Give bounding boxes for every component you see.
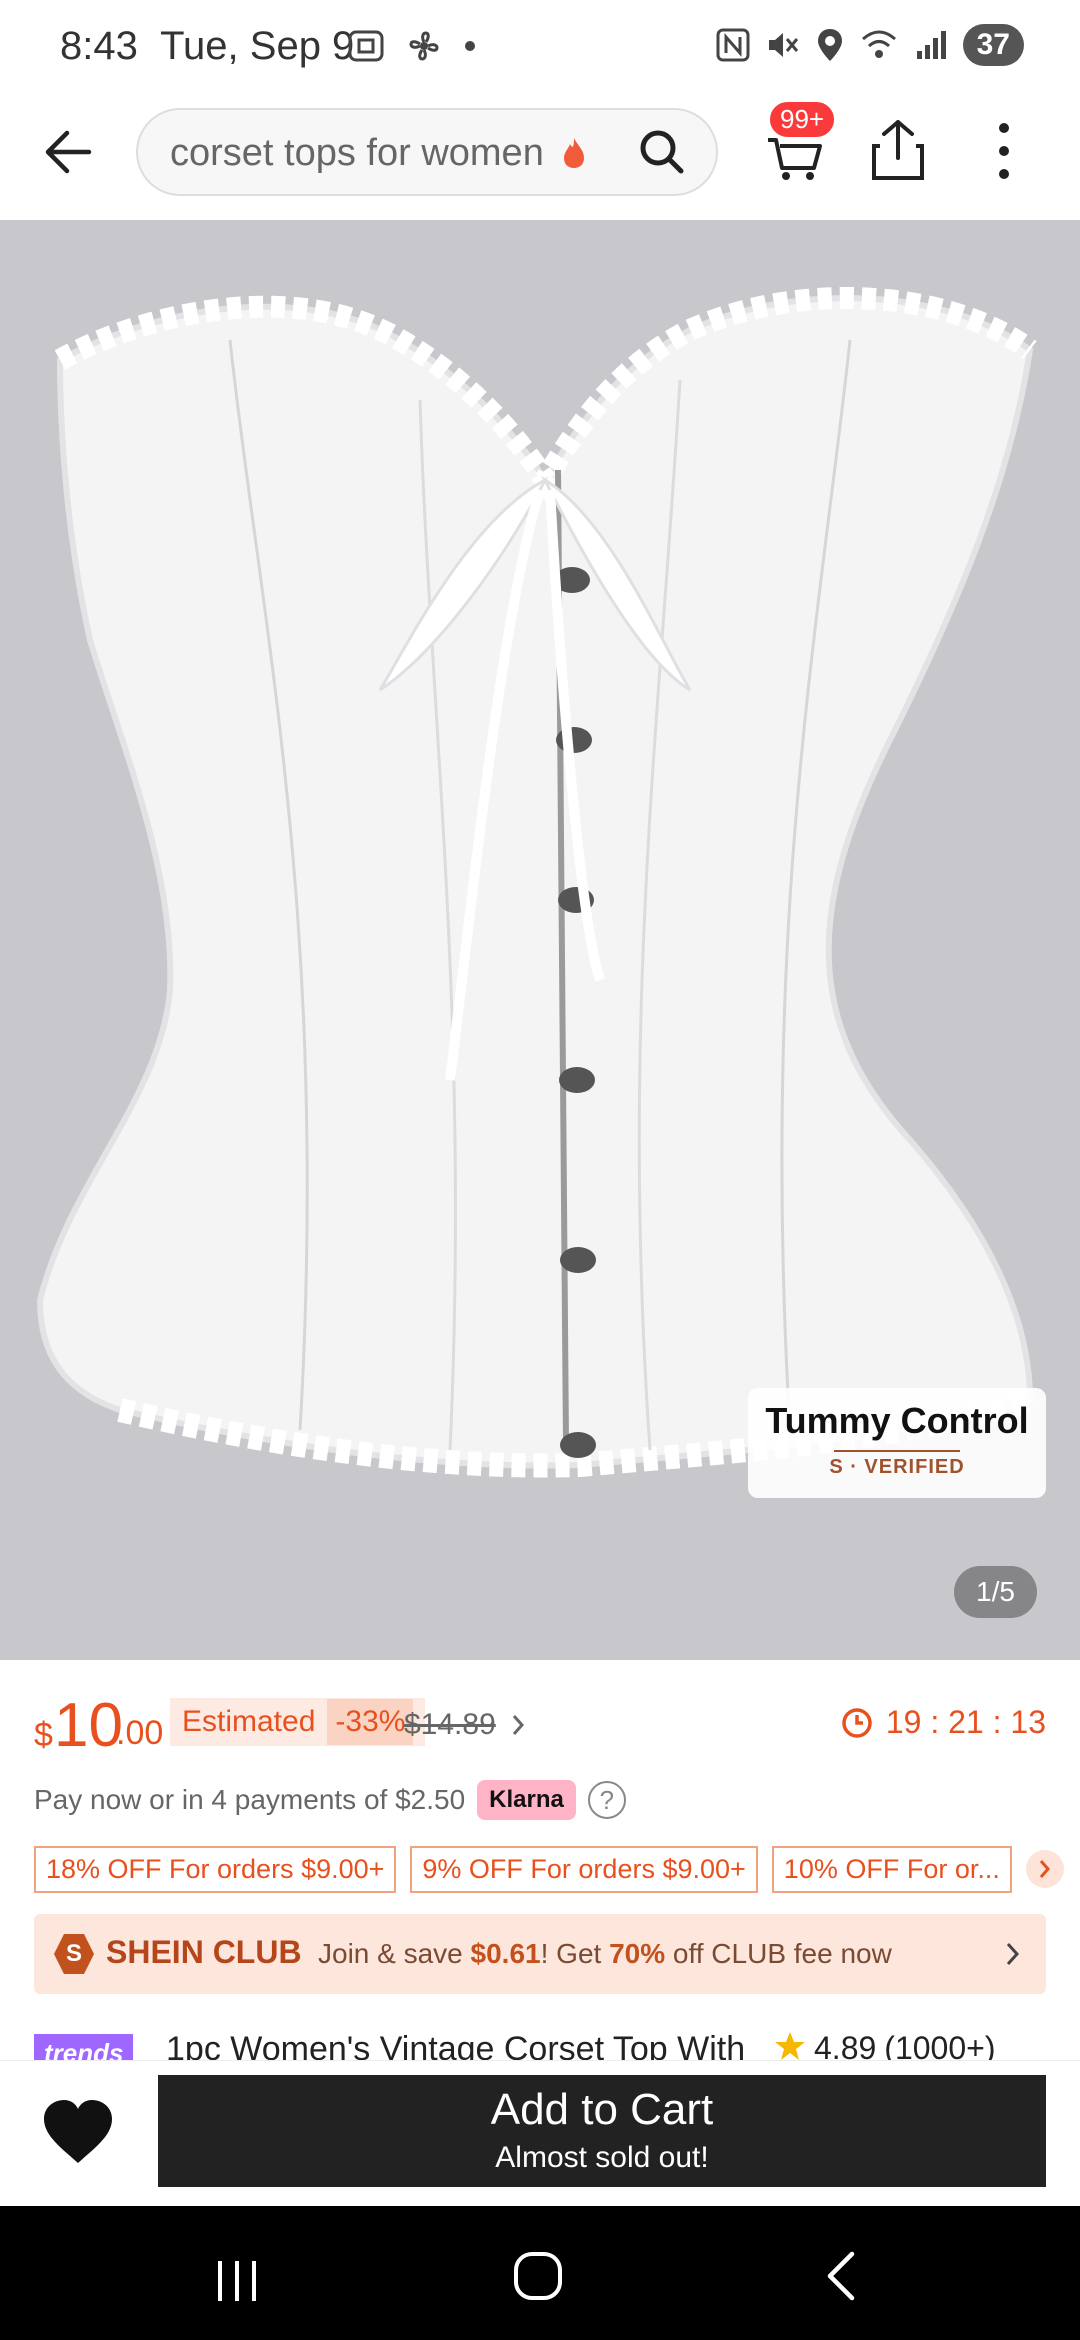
location-icon bbox=[817, 29, 842, 61]
coupon-item[interactable]: 10% OFF For or... bbox=[771, 1845, 1012, 1893]
cart-count-badge: 99+ bbox=[768, 100, 837, 139]
dot-icon bbox=[465, 41, 475, 51]
badge-divider bbox=[834, 1450, 960, 1452]
stock-note: Almost sold out! bbox=[495, 2141, 709, 2174]
chevron-right-icon bbox=[1006, 1942, 1020, 1966]
signal-icon bbox=[916, 31, 946, 59]
status-bar: 8:43 Tue, Sep 9 37 bbox=[0, 0, 1080, 96]
feature-badge-subtitle: S · VERIFIED bbox=[829, 1456, 965, 1478]
coupons-more-button[interactable] bbox=[1025, 1850, 1064, 1888]
club-name: SHEIN CLUB bbox=[106, 1934, 302, 1970]
add-to-cart-button[interactable]: Add to Cart Almost sold out! bbox=[158, 2075, 1046, 2187]
review-count: (1000+) bbox=[884, 2030, 996, 2060]
shein-club-banner[interactable]: S SHEIN CLUB Join & save $0.61! Get 70% … bbox=[34, 1914, 1046, 1994]
coupon-item[interactable]: 9% OFF For orders $9.00+ bbox=[410, 1845, 758, 1893]
heart-icon bbox=[44, 2100, 112, 2163]
wifi-icon bbox=[861, 30, 896, 58]
installment-text: Pay now or in 4 payments of $2.50 bbox=[34, 1784, 466, 1815]
share-icon bbox=[872, 120, 924, 180]
screenshot-icon bbox=[348, 30, 384, 62]
home-icon[interactable] bbox=[512, 2250, 564, 2302]
countdown-timer: 19 : 21 : 13 bbox=[840, 1704, 1046, 1741]
top-bar: corset tops for women 99+ bbox=[0, 96, 1080, 220]
feature-badge-title: Tummy Control bbox=[765, 1400, 1029, 1441]
status-system-icons: 37 bbox=[715, 24, 1024, 66]
price-row: $ 10 .00 Estimated -33% $14.89 19 : 21 :… bbox=[34, 1690, 1046, 1760]
feature-badge: Tummy Control S · VERIFIED bbox=[748, 1388, 1046, 1498]
star-icon bbox=[775, 2032, 805, 2060]
coupon-item[interactable]: 18% OFF For orders $9.00+ bbox=[34, 1845, 397, 1893]
price-decimal: .00 bbox=[116, 1714, 164, 1752]
discount-percent: -33% bbox=[327, 1699, 414, 1745]
original-price[interactable]: $14.89 bbox=[404, 1708, 496, 1742]
price-integer: 10 bbox=[54, 1691, 123, 1760]
chevron-right-icon bbox=[1039, 1860, 1050, 1878]
fan-icon bbox=[409, 31, 439, 61]
countdown-value: 19 : 21 : 13 bbox=[885, 1704, 1046, 1740]
clock-icon bbox=[842, 1707, 872, 1738]
status-time: 8:43 Tue, Sep 9 bbox=[60, 24, 355, 68]
club-logo-icon: S bbox=[54, 1934, 94, 1974]
search-query: corset tops for women bbox=[170, 132, 544, 174]
arrow-left-icon bbox=[45, 130, 92, 174]
flame-icon bbox=[564, 138, 584, 168]
chevron-right-icon[interactable] bbox=[508, 1708, 530, 1742]
more-options-button[interactable] bbox=[990, 116, 1018, 186]
price-currency: $ bbox=[34, 1716, 53, 1754]
battery-indicator: 37 bbox=[962, 24, 1024, 66]
estimated-price-badge[interactable]: Estimated -33% bbox=[170, 1698, 426, 1746]
bottom-action-bar: Add to Cart Almost sold out! bbox=[0, 2060, 1080, 2206]
wishlist-button[interactable] bbox=[40, 2097, 116, 2167]
back-button[interactable] bbox=[36, 120, 100, 184]
product-title: 1pc Women's Vintage Corset Top With bbox=[166, 2030, 746, 2060]
trends-badge: trends bbox=[34, 2034, 134, 2060]
nfc-icon bbox=[716, 28, 750, 62]
more-vertical-icon bbox=[999, 123, 1009, 179]
add-to-cart-label: Add to Cart bbox=[490, 2085, 714, 2134]
club-description: Join & save $0.61! Get 70% off CLUB fee … bbox=[318, 1938, 892, 1969]
status-notification-icons bbox=[346, 26, 478, 66]
rating-value: 4.89 bbox=[814, 2030, 877, 2060]
klarna-badge[interactable]: Klarna bbox=[477, 1780, 576, 1820]
share-button[interactable] bbox=[866, 116, 930, 186]
system-navigation-bar bbox=[0, 2206, 1080, 2340]
installment-row: Pay now or in 4 payments of $2.50 Klarna… bbox=[34, 1778, 626, 1822]
estimated-label: Estimated bbox=[182, 1705, 316, 1738]
search-input[interactable]: corset tops for women bbox=[136, 108, 718, 196]
product-image-carousel[interactable]: Tummy Control S · VERIFIED 1/5 bbox=[0, 220, 1080, 1660]
back-nav-icon[interactable] bbox=[822, 2250, 862, 2302]
coupon-row: 18% OFF For orders $9.00+ 9% OFF For ord… bbox=[34, 1845, 1064, 1893]
recent-apps-icon[interactable] bbox=[214, 2258, 260, 2304]
help-icon[interactable]: ? bbox=[587, 1781, 626, 1819]
product-title-row: trends 1pc Women's Vintage Corset Top Wi… bbox=[34, 2030, 1046, 2060]
mute-icon bbox=[768, 33, 798, 57]
search-icon[interactable] bbox=[636, 126, 688, 178]
product-rating[interactable]: 4.89 (1000+) bbox=[774, 2030, 995, 2060]
image-counter: 1/5 bbox=[954, 1566, 1037, 1618]
